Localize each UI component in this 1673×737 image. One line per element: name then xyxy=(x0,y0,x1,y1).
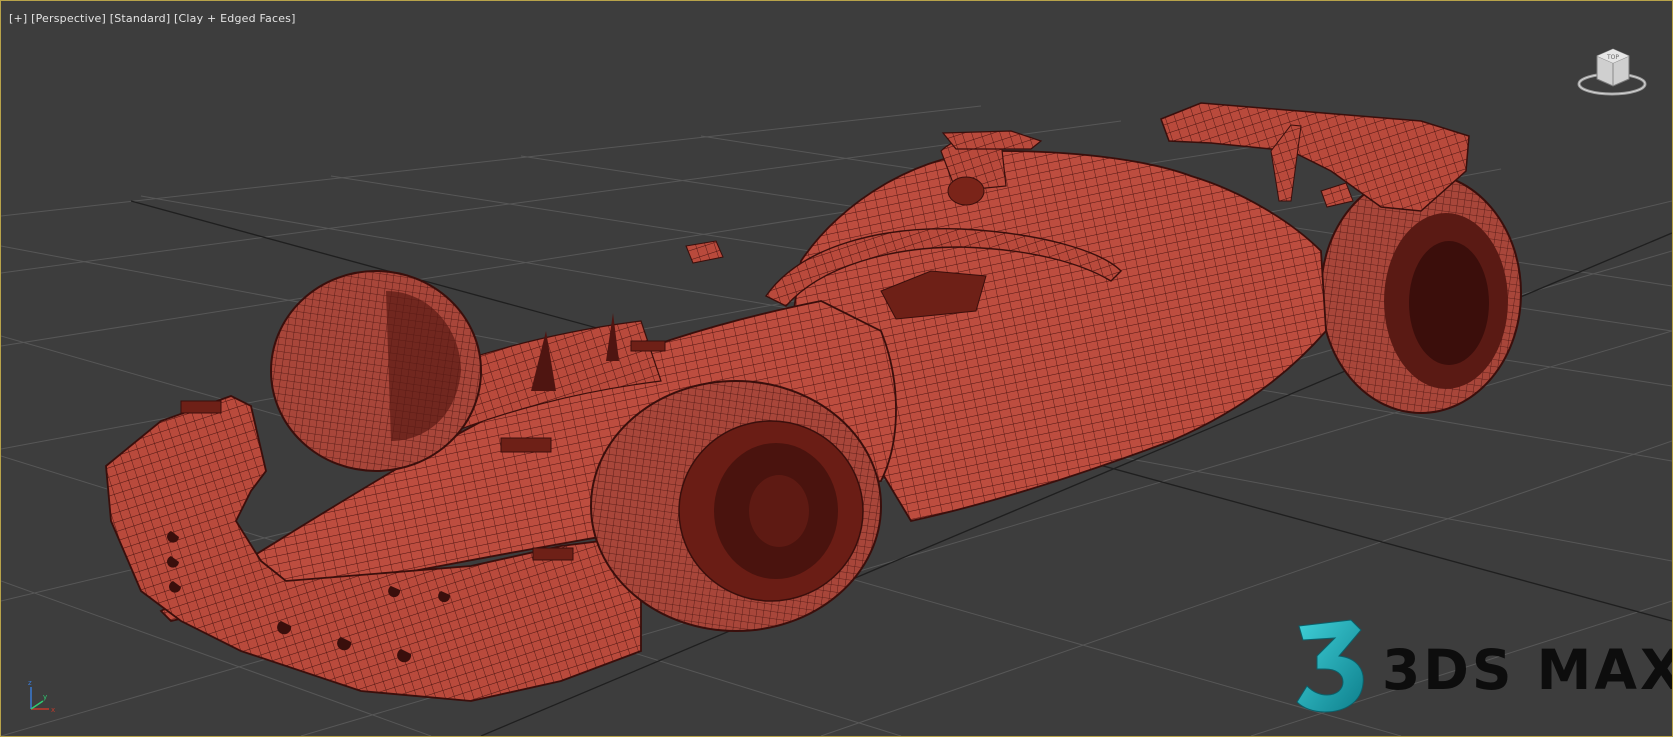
viewport-label-menu: [+] [Perspective] [Standard] [Clay + Edg… xyxy=(9,12,296,25)
3ds-max-wordmark: 3DS MAX xyxy=(1382,638,1673,702)
3ds-max-watermark: 3DS MAX xyxy=(1291,616,1672,716)
axis-z-label: z xyxy=(28,679,32,687)
viewport-general-menu[interactable]: [+] xyxy=(9,12,27,25)
axis-tripod-icon: x y z xyxy=(28,679,55,714)
viewcube-icon[interactable]: TOP xyxy=(1577,41,1647,97)
perspective-viewport[interactable]: [+] [Perspective] [Standard] [Clay + Edg… xyxy=(0,0,1673,737)
3ds-max-logo-icon xyxy=(1296,619,1364,713)
viewport-quality-menu[interactable]: [Standard] xyxy=(110,12,171,25)
axis-x-label: x xyxy=(51,706,55,714)
front-right-tire xyxy=(590,380,882,632)
viewport-point-of-view-menu[interactable]: [Perspective] xyxy=(31,12,106,25)
viewport-shading-menu[interactable]: [Clay + Edged Faces] xyxy=(174,12,296,25)
axis-y-label: y xyxy=(43,693,47,701)
front-left-tire xyxy=(270,270,482,472)
viewcube-face-label: TOP xyxy=(1606,54,1619,61)
